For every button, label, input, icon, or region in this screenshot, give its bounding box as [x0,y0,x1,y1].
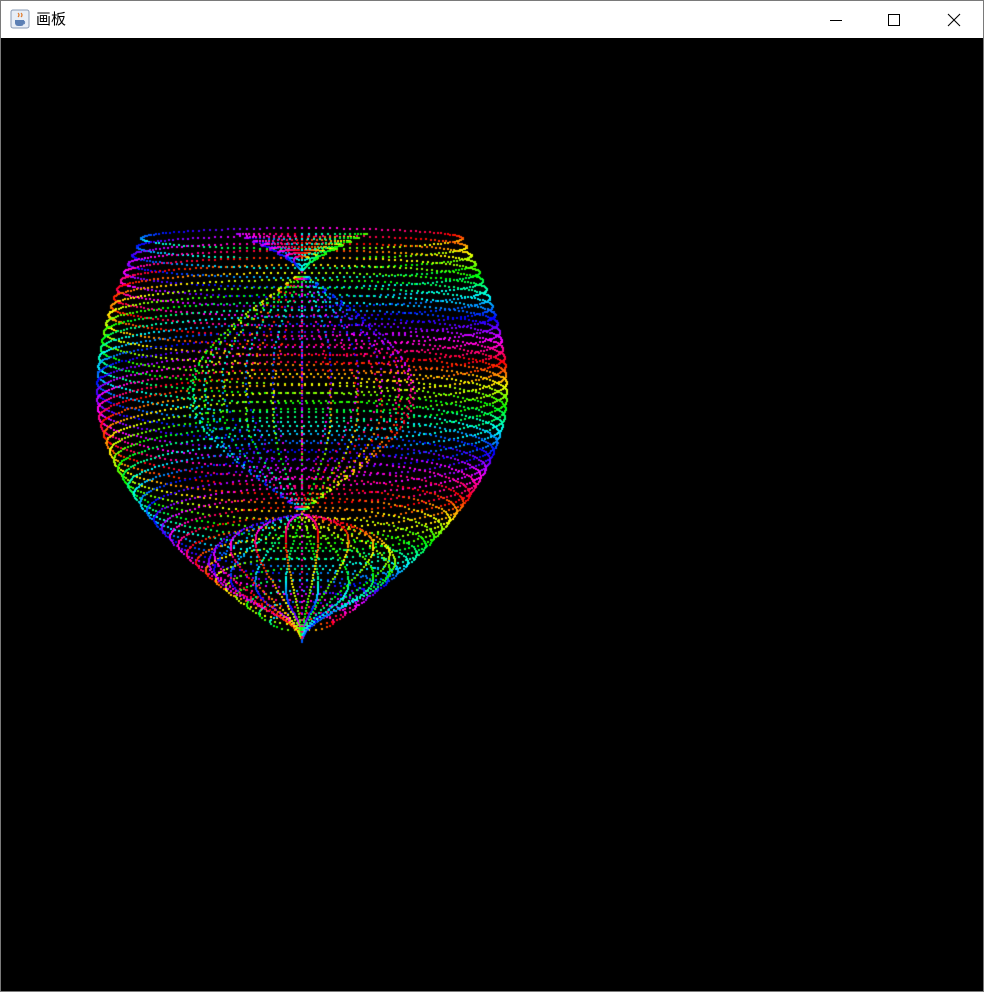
java-cup-icon[interactable] [10,9,30,29]
app-window: 画板 [0,0,984,992]
maximize-button[interactable] [865,1,923,38]
drawing-canvas-area[interactable] [1,38,983,991]
minimize-icon [830,19,842,21]
title-bar[interactable]: 画板 [1,1,983,38]
minimize-button[interactable] [807,1,865,38]
close-button[interactable] [925,1,983,38]
heart-dot-surface[interactable] [1,38,983,991]
close-icon [947,13,961,26]
window-title: 画板 [36,10,67,28]
maximize-icon [888,13,900,26]
